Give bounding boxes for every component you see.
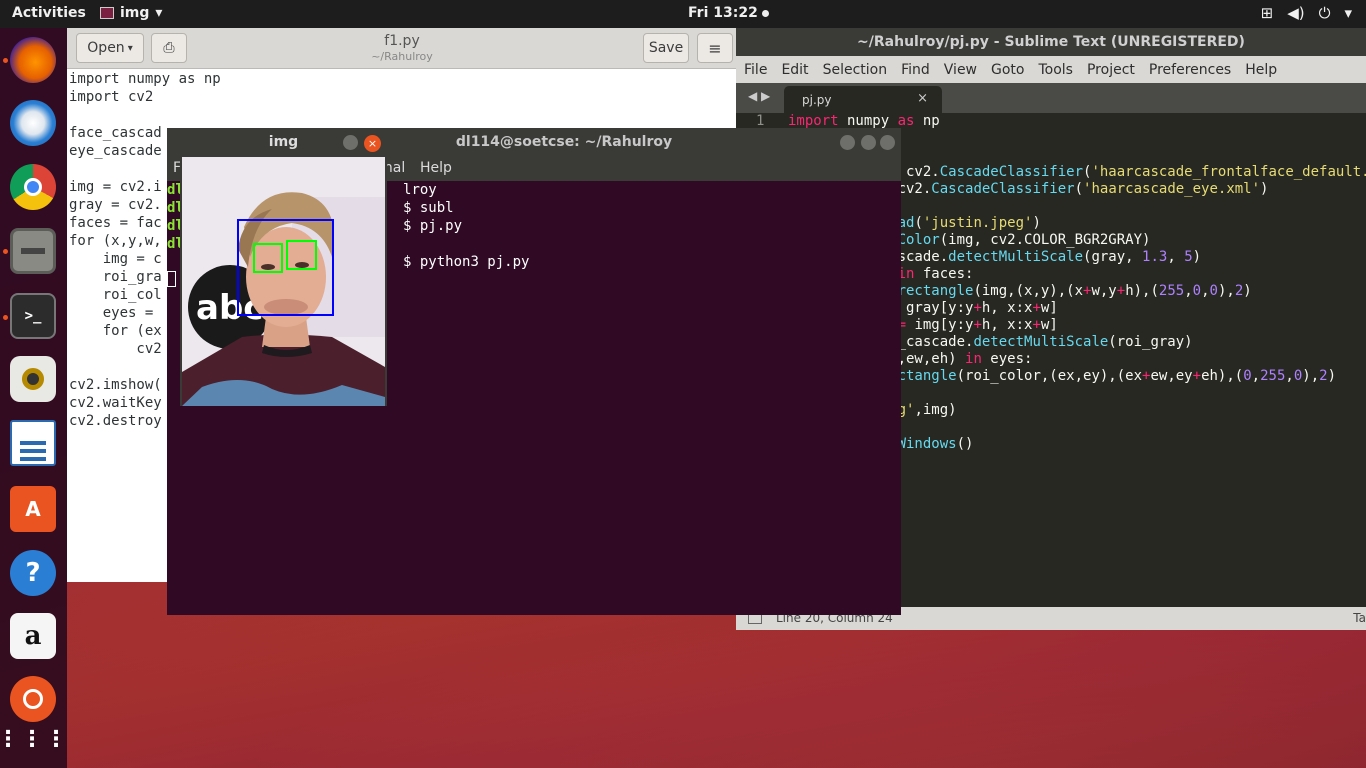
minimize-icon[interactable] <box>840 135 855 150</box>
code-line: import numpy as np <box>69 71 221 87</box>
menu-preferences[interactable]: Preferences <box>1149 62 1231 78</box>
save-button[interactable]: Save <box>643 33 689 63</box>
maximize-icon[interactable] <box>861 135 876 150</box>
system-tray[interactable]: ⊞ ◀) ⏻ ▾ <box>1261 4 1352 22</box>
menu-help[interactable]: Help <box>1245 62 1277 78</box>
app-menu[interactable]: img ▾ <box>100 5 162 21</box>
menu-project[interactable]: Project <box>1087 62 1135 78</box>
command-text: $ python3 pj.py <box>403 254 530 270</box>
close-icon[interactable] <box>880 135 895 150</box>
app-icon <box>100 7 114 19</box>
rhythmbox-icon[interactable] <box>10 356 56 402</box>
files-icon[interactable] <box>10 228 56 274</box>
software-center-icon[interactable]: A <box>10 486 56 532</box>
gedit-headerbar: Open ▾ ⎙ f1.py ~/Rahulroy Save ≡ <box>67 28 737 69</box>
window-subtitle: ~/Rahulroy <box>371 50 433 63</box>
volume-icon: ◀) <box>1287 4 1305 22</box>
sublime-menubar: File Edit Selection Find View Goto Tools Projec… <box>736 56 1366 83</box>
firefox-icon[interactable] <box>10 37 56 83</box>
code-line: import cv2 <box>69 89 154 105</box>
photo-svg: abc <box>182 157 385 406</box>
top-bar: Activities img ▾ Fri 13:22 ⊞ ◀) ⏻ ▾ <box>0 0 1366 28</box>
tab-close-icon[interactable]: × <box>917 91 928 106</box>
tab-pj-py[interactable]: pj.py × <box>784 86 942 113</box>
hamburger-menu-icon[interactable]: ≡ <box>697 33 733 63</box>
chrome-icon[interactable] <box>10 164 56 210</box>
app-menu-label: img <box>120 5 150 21</box>
dock: >_ A ? a ⋮⋮⋮ <box>0 28 67 768</box>
thunderbird-icon[interactable] <box>10 100 56 146</box>
menu-tools[interactable]: Tools <box>1038 62 1073 78</box>
sublime-title: ~/Rahulroy/pj.py - Sublime Text (UNREGIS… <box>736 28 1366 56</box>
face-detection-image: abc <box>182 157 385 406</box>
menu-view[interactable]: View <box>944 62 977 78</box>
power-icon: ⏻ <box>1318 4 1331 22</box>
menu-file[interactable]: File <box>744 62 767 78</box>
running-indicator-icon <box>3 315 8 320</box>
amazon-icon[interactable]: a <box>10 613 56 659</box>
command-text: $ pj.py <box>403 218 463 234</box>
close-icon[interactable]: × <box>364 135 381 152</box>
menu-help[interactable]: Help <box>420 160 452 176</box>
clock-label: Fri 13:22 <box>688 5 758 21</box>
menu-edit[interactable]: Edit <box>781 62 808 78</box>
app-grid-icon[interactable]: ⋮⋮⋮ <box>0 716 67 762</box>
activities-button[interactable]: Activities <box>12 5 86 21</box>
minimize-icon[interactable] <box>343 135 358 150</box>
running-indicator-icon <box>3 249 8 254</box>
running-indicator-icon <box>3 58 8 63</box>
chevron-down-icon: ▾ <box>1344 4 1352 22</box>
tab-size[interactable]: Ta <box>1353 611 1366 625</box>
command-text: $ subl <box>403 200 454 216</box>
libreoffice-writer-icon[interactable] <box>10 420 56 466</box>
sublime-tabbar: ◀ ▶ pj.py × <box>736 83 1366 113</box>
clock[interactable]: Fri 13:22 <box>688 5 769 21</box>
menu-goto[interactable]: Goto <box>991 62 1024 78</box>
command-text: lroy <box>403 182 437 198</box>
notification-dot-icon <box>761 9 769 17</box>
chevron-down-icon: ▾ <box>155 5 163 21</box>
terminal-icon[interactable]: >_ <box>10 293 56 339</box>
window-title: f1.py <box>384 33 420 49</box>
network-icon: ⊞ <box>1260 4 1274 22</box>
tab-nav-arrows-icon[interactable]: ◀ ▶ <box>748 89 770 103</box>
help-icon[interactable]: ? <box>10 550 56 596</box>
tab-label: pj.py <box>802 93 832 107</box>
opencv-img-window: img × abc <box>180 128 387 406</box>
menu-find[interactable]: Find <box>901 62 930 78</box>
menu-selection[interactable]: Selection <box>823 62 888 78</box>
